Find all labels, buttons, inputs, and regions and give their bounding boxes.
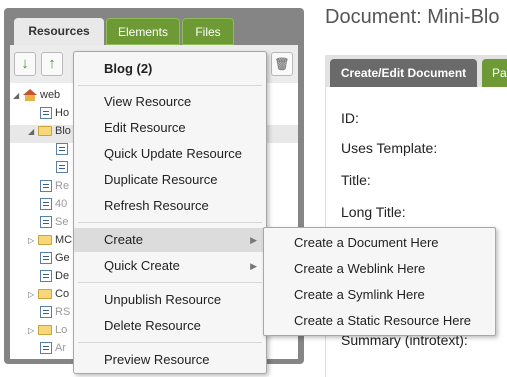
tree-node-label: RS [55,306,71,319]
tree-node[interactable]: Re [40,180,69,198]
id-label: ID: [341,110,359,126]
title-label: Title: [341,172,371,188]
create-label: Create [104,232,144,247]
tree-node-label: Ho [55,107,70,120]
tab-files[interactable]: Files [182,18,234,45]
tree-node[interactable] [56,161,71,179]
tree-node[interactable]: Ar [40,342,66,360]
unpublish-resource-item[interactable]: Unpublish Resource [74,288,266,312]
menu-separator [78,342,262,343]
trash-icon: 🗑 [274,57,290,71]
tree-node[interactable]: Ge [40,252,70,270]
menu-separator [78,282,262,283]
folder-icon [38,325,52,336]
quick-create-label: Quick Create [104,258,180,273]
refresh-resource-item[interactable]: Refresh Resource [74,194,266,218]
tree-node[interactable]: ▷ MC [28,234,72,252]
menu-separator [78,222,262,223]
submenu-arrow-icon: ▶ [250,235,257,245]
delete-resource-item[interactable]: Delete Resource [74,314,266,338]
tab-create-edit-document[interactable]: Create/Edit Document [330,59,477,87]
tree-node[interactable] [56,143,71,161]
tree-node-label: 40 [55,198,68,211]
collapsed-caret-icon[interactable]: ▷ [28,326,38,335]
context-menu: Blog (2) View Resource Edit Resource Qui… [73,51,267,374]
tree-node[interactable]: De [40,270,69,288]
document-icon [40,270,52,283]
create-symlink-item[interactable]: Create a Symlink Here [264,282,495,308]
tree-node-web[interactable]: ◢ web [13,89,60,107]
document-icon [40,216,52,229]
context-menu-header: Blog (2) [104,61,153,76]
submenu-arrow-icon: ▶ [250,261,257,271]
home-icon [23,89,37,102]
tree-node-label: Ge [55,252,70,265]
duplicate-resource-item[interactable]: Duplicate Resource [74,168,266,192]
document-icon [40,180,52,193]
tab-elements[interactable]: Elements [106,18,180,45]
expanded-caret-icon[interactable]: ◢ [28,127,38,136]
long-title-label: Long Title: [341,204,406,220]
collapsed-caret-icon[interactable]: ▷ [28,236,38,245]
expand-all-button[interactable]: ↓ [14,52,36,76]
document-icon [56,161,68,174]
edit-resource-item[interactable]: Edit Resource [74,116,266,140]
tree-node[interactable]: Se [40,216,68,234]
tree-node-label: Blo [55,125,71,138]
tree-node[interactable]: ▷ Lo [28,324,67,342]
document-icon [40,306,52,319]
menu-separator [78,85,262,86]
expanded-caret-icon[interactable]: ◢ [13,91,23,100]
tree-node[interactable]: ▷ Co [28,288,69,306]
arrow-up-icon: ↑ [48,55,56,72]
create-document-item[interactable]: Create a Document Here [264,230,495,256]
create-submenu: Create a Document Here Create a Weblink … [263,227,496,336]
preview-resource-item[interactable]: Preview Resource [74,348,266,372]
tab-resources[interactable]: Resources [14,18,104,48]
collapsed-caret-icon[interactable]: ▷ [28,290,38,299]
collapse-all-button[interactable]: ↑ [41,52,63,76]
document-icon [40,107,52,120]
tree-node-label: Ar [55,342,66,355]
arrow-down-icon: ↓ [21,55,29,72]
purge-deleted-button[interactable]: 🗑 [271,52,293,76]
create-submenu-item[interactable]: Create ▶ [74,228,266,252]
document-icon [40,198,52,211]
folder-icon [38,289,52,300]
tree-node[interactable]: RS [40,306,70,324]
folder-icon [38,235,52,246]
view-resource-item[interactable]: View Resource [74,90,266,114]
tree-node[interactable]: Ho [40,107,69,125]
tab-page-settings[interactable]: Pa [482,59,507,87]
tree-node-blog[interactable]: ◢ Blo [28,125,71,143]
tree-node-label: MC [55,234,73,247]
tree-node-label: Co [55,288,70,301]
create-weblink-item[interactable]: Create a Weblink Here [264,256,495,282]
folder-icon [38,126,52,137]
document-icon [56,143,68,156]
document-icon [40,252,52,265]
create-static-resource-item[interactable]: Create a Static Resource Here [264,308,495,334]
tree-node-label: De [55,270,70,283]
page-title: Document: Mini-Blo [325,6,500,28]
tree-node-label: web [40,89,61,102]
tree-node-label: Re [55,180,70,193]
quick-create-submenu-item[interactable]: Quick Create ▶ [74,254,266,278]
quick-update-resource-item[interactable]: Quick Update Resource [74,142,266,166]
tree-node-label: Se [55,216,69,229]
document-icon [40,342,52,355]
tree-node-label: Lo [55,324,68,337]
tree-node[interactable]: 40 [40,198,67,216]
uses-template-label: Uses Template: [341,140,438,156]
